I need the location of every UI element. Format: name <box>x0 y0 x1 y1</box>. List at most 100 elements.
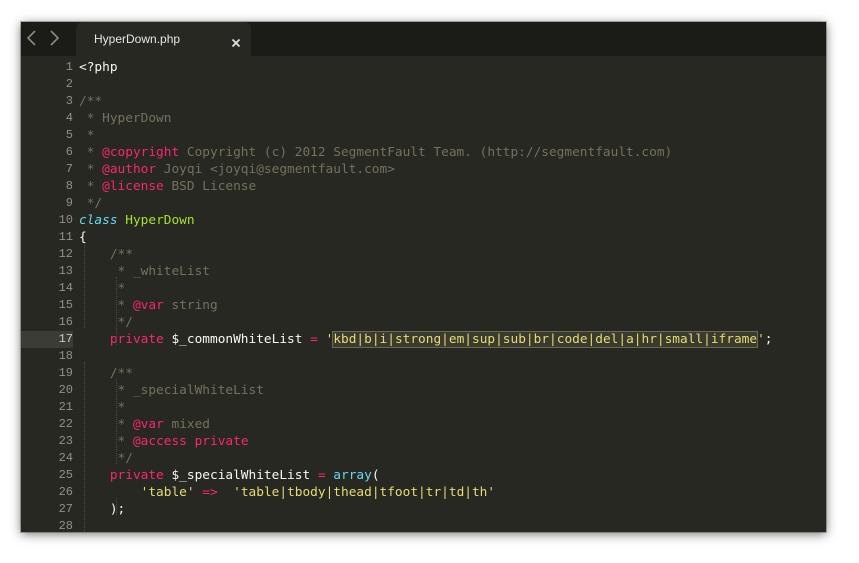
line-number: 10 <box>58 213 73 227</box>
code-line[interactable]: 20 * _specialWhiteList <box>21 382 826 399</box>
tab-bar: HyperDown.php <box>21 22 826 56</box>
code-token: BSD License <box>163 179 257 194</box>
line-number: 21 <box>58 400 73 414</box>
code-token: ( <box>371 468 380 483</box>
chevron-right-icon[interactable] <box>46 29 62 47</box>
code-token: ' <box>757 332 765 347</box>
line-number: 1 <box>65 60 73 74</box>
code-token: class <box>79 213 118 228</box>
line-number: 24 <box>58 451 73 465</box>
code-token: /** <box>109 247 133 262</box>
tab-title: HyperDown.php <box>94 32 181 46</box>
code-line[interactable]: 8 * @license BSD License <box>21 178 826 195</box>
chevron-left-icon[interactable] <box>24 29 40 47</box>
line-code: * <box>79 399 126 416</box>
code-line[interactable]: 9 */ <box>21 195 826 212</box>
line-number: 14 <box>58 281 73 295</box>
close-icon[interactable] <box>231 33 241 48</box>
line-number: 9 <box>65 196 73 210</box>
code-token: * <box>109 417 133 432</box>
code-line[interactable]: 6 * @copyright Copyright (c) 2012 Segmen… <box>21 144 826 161</box>
tab-hyperdown-php[interactable]: HyperDown.php <box>76 22 251 56</box>
line-code: * <box>79 280 126 297</box>
code-token: /** <box>79 94 103 109</box>
line-code: * _whiteList <box>79 263 210 280</box>
line-code: * <box>79 127 95 144</box>
line-number: 6 <box>65 145 73 159</box>
line-number: 2 <box>65 77 73 91</box>
code-line[interactable]: 22 * @var mixed <box>21 416 826 433</box>
code-line[interactable]: 26 'table' => 'table|tbody|thead|tfoot|t… <box>21 484 826 501</box>
code-line[interactable]: 5 * <box>21 127 826 144</box>
code-token: 'table' <box>140 485 195 500</box>
code-line[interactable]: 12 /** <box>21 246 826 263</box>
code-token: * <box>79 145 103 160</box>
code-line[interactable]: 28 <box>21 518 826 532</box>
line-number: 13 <box>58 264 73 278</box>
code-token: 'table|tbody|thead|tfoot|tr|td|th' <box>233 485 496 500</box>
line-number: 11 <box>58 230 73 244</box>
code-line[interactable]: 25 private $_specialWhiteList = array( <box>21 467 826 484</box>
code-token: @access private <box>132 434 249 449</box>
code-token: @author <box>102 162 157 177</box>
code-token: Copyright (c) 2012 SegmentFault Team. (h… <box>179 145 673 160</box>
code-token: * <box>109 281 126 296</box>
line-number: 3 <box>65 94 73 108</box>
code-line[interactable]: 2 <box>21 76 826 93</box>
code-line[interactable]: 10 class HyperDown <box>21 212 826 229</box>
line-code: <?php <box>79 59 118 76</box>
code-line[interactable]: 24 */ <box>21 450 826 467</box>
code-line[interactable]: 21 * <box>21 399 826 416</box>
code-line[interactable]: 17 private $_commonWhiteList = 'kbd|b|i|… <box>21 331 826 348</box>
line-number: 5 <box>65 128 73 142</box>
code-line[interactable]: 11 { <box>21 229 826 246</box>
line-number: 17 <box>21 331 73 348</box>
line-code: * @copyright Copyright (c) 2012 SegmentF… <box>79 144 673 161</box>
code-token: */ <box>79 196 103 211</box>
line-code: * @license BSD License <box>79 178 257 195</box>
line-number: 4 <box>65 111 73 125</box>
code-line[interactable]: 1 <?php <box>21 59 826 76</box>
line-code: /** <box>79 93 102 110</box>
code-line[interactable]: 13 * _whiteList <box>21 263 826 280</box>
code-token: ; <box>764 332 773 347</box>
code-line[interactable]: 3 /** <box>21 93 826 110</box>
line-code: { <box>79 229 87 246</box>
indent-guide <box>116 498 117 515</box>
line-number: 20 <box>58 383 73 397</box>
line-number: 27 <box>58 502 73 516</box>
code-line[interactable]: 18 <box>21 348 826 365</box>
code-line[interactable]: 4 * HyperDown <box>21 110 826 127</box>
code-token: mixed <box>163 417 211 432</box>
code-token: * <box>79 162 103 177</box>
line-code: ); <box>79 501 125 518</box>
code-token: private <box>109 468 164 483</box>
line-number: 15 <box>58 298 73 312</box>
code-token: = <box>310 332 318 347</box>
code-line[interactable]: 15 * @var string <box>21 297 826 314</box>
code-line[interactable]: 14 * <box>21 280 826 297</box>
code-editor[interactable]: 1 <?php 2 3/** 4 * HyperDown 5 * 6 * @copyrigh… <box>21 56 826 532</box>
line-number: 18 <box>58 349 73 363</box>
code-token: array <box>333 468 372 483</box>
line-code: private $_specialWhiteList = array( <box>79 467 380 484</box>
line-code: * @var string <box>79 297 218 314</box>
code-token: <?php <box>79 60 118 75</box>
code-line[interactable]: 27 ); <box>21 501 826 518</box>
code-token: * _specialWhiteList <box>109 383 264 398</box>
code-token: /** <box>109 366 133 381</box>
code-token: $_specialWhiteList <box>163 468 318 483</box>
indent-guide <box>116 277 117 345</box>
indent-guide <box>116 379 117 464</box>
code-line[interactable]: 16 */ <box>21 314 826 331</box>
code-token: ); <box>79 502 126 517</box>
line-number: 8 <box>65 179 73 193</box>
code-token: * <box>109 400 126 415</box>
line-number: 28 <box>58 519 73 532</box>
code-line[interactable]: 7 * @author Joyqi <joyqi@segmentfault.co… <box>21 161 826 178</box>
code-line[interactable]: 23 * @access private <box>21 433 826 450</box>
code-line[interactable]: 19 /** <box>21 365 826 382</box>
line-code: * @var mixed <box>79 416 210 433</box>
